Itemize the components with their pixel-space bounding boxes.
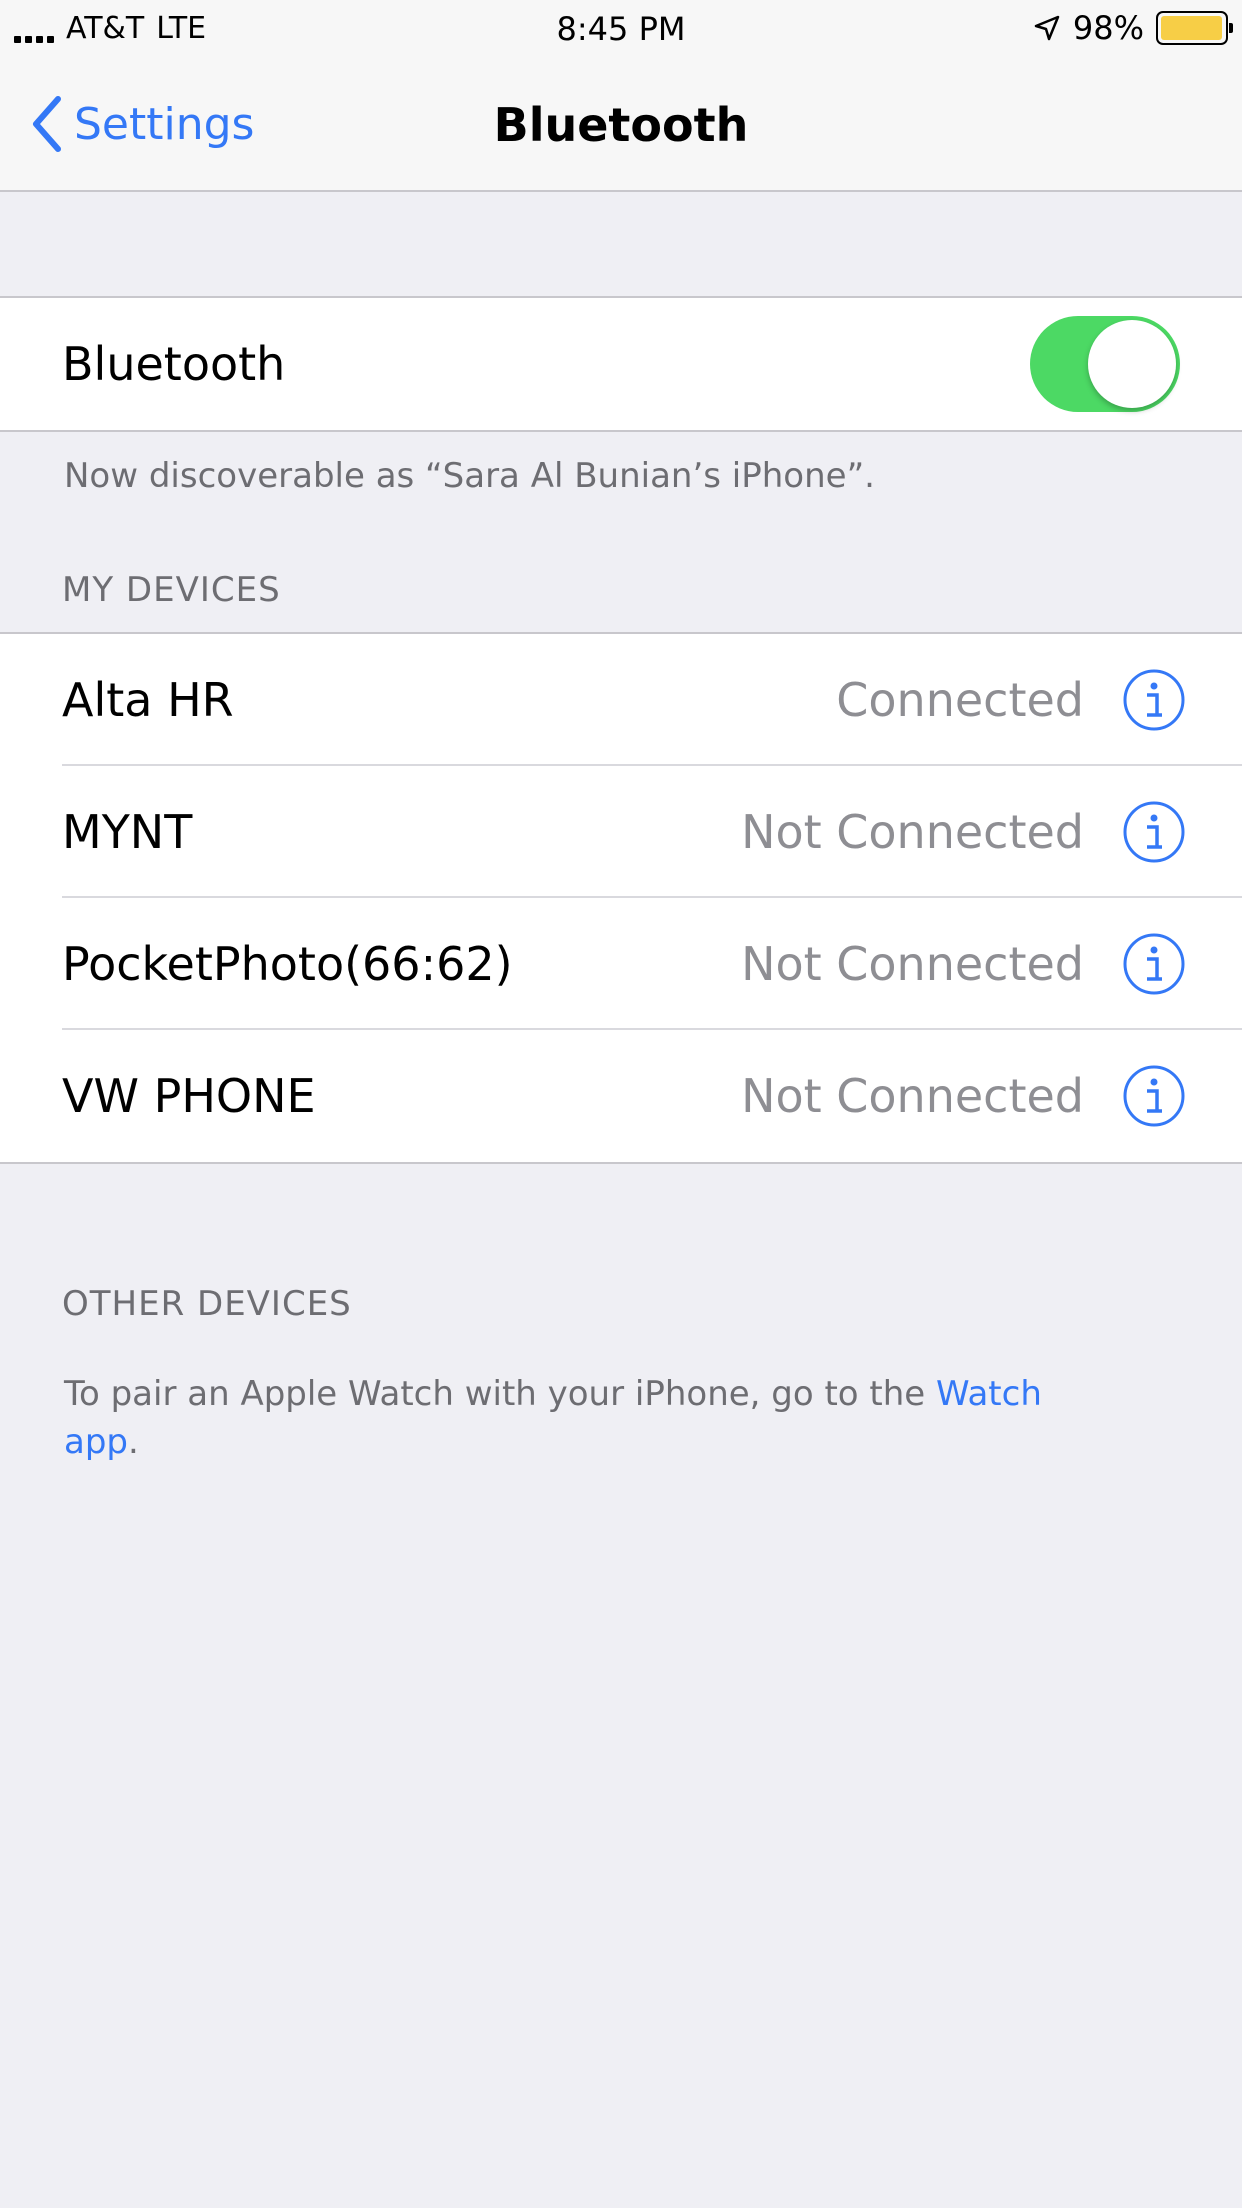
bluetooth-switch[interactable]	[1030, 316, 1180, 412]
watch-text-after: .	[128, 1422, 139, 1462]
status-bar: AT&T LTE 8:45 PM 98%	[0, 0, 1242, 56]
info-icon[interactable]	[1122, 932, 1186, 996]
discoverable-text: Now discoverable as “Sara Al Bunian’s iP…	[64, 456, 875, 496]
device-status: Not Connected	[741, 1069, 1084, 1123]
watch-pairing-text: To pair an Apple Watch with your iPhone,…	[64, 1370, 1114, 1466]
my-devices-list: Alta HR Connected MYNT Not Connected Poc…	[0, 632, 1242, 1164]
info-icon[interactable]	[1122, 1064, 1186, 1128]
device-status: Not Connected	[741, 805, 1084, 859]
device-status: Connected	[836, 673, 1084, 727]
info-icon[interactable]	[1122, 668, 1186, 732]
my-devices-header: MY DEVICES	[62, 570, 281, 610]
bluetooth-label: Bluetooth	[62, 337, 286, 391]
battery-fill	[1161, 16, 1222, 40]
bluetooth-toggle-group: Bluetooth	[0, 296, 1242, 432]
info-icon[interactable]	[1122, 800, 1186, 864]
device-name: VW PHONE	[62, 1069, 316, 1123]
switch-knob	[1088, 320, 1176, 408]
device-row-alta-hr[interactable]: Alta HR Connected	[0, 634, 1242, 766]
battery-icon	[1156, 11, 1233, 45]
page-title: Bluetooth	[493, 98, 749, 152]
other-devices-header: OTHER DEVICES	[62, 1284, 352, 1324]
status-right: 98%	[1033, 8, 1233, 48]
device-name: MYNT	[62, 805, 193, 859]
device-row-vw-phone[interactable]: VW PHONE Not Connected	[0, 1030, 1242, 1162]
bluetooth-row: Bluetooth	[0, 298, 1242, 430]
device-name: PocketPhoto(66:62)	[62, 937, 513, 991]
device-row-pocketphoto[interactable]: PocketPhoto(66:62) Not Connected	[0, 898, 1242, 1030]
device-name: Alta HR	[62, 673, 234, 727]
watch-text-before: To pair an Apple Watch with your iPhone,…	[64, 1374, 937, 1414]
device-row-mynt[interactable]: MYNT Not Connected	[0, 766, 1242, 898]
location-arrow-icon	[1034, 15, 1060, 41]
device-status: Not Connected	[741, 937, 1084, 991]
navigation-bar: Settings Bluetooth	[0, 56, 1242, 192]
battery-percent: 98%	[1072, 9, 1144, 47]
